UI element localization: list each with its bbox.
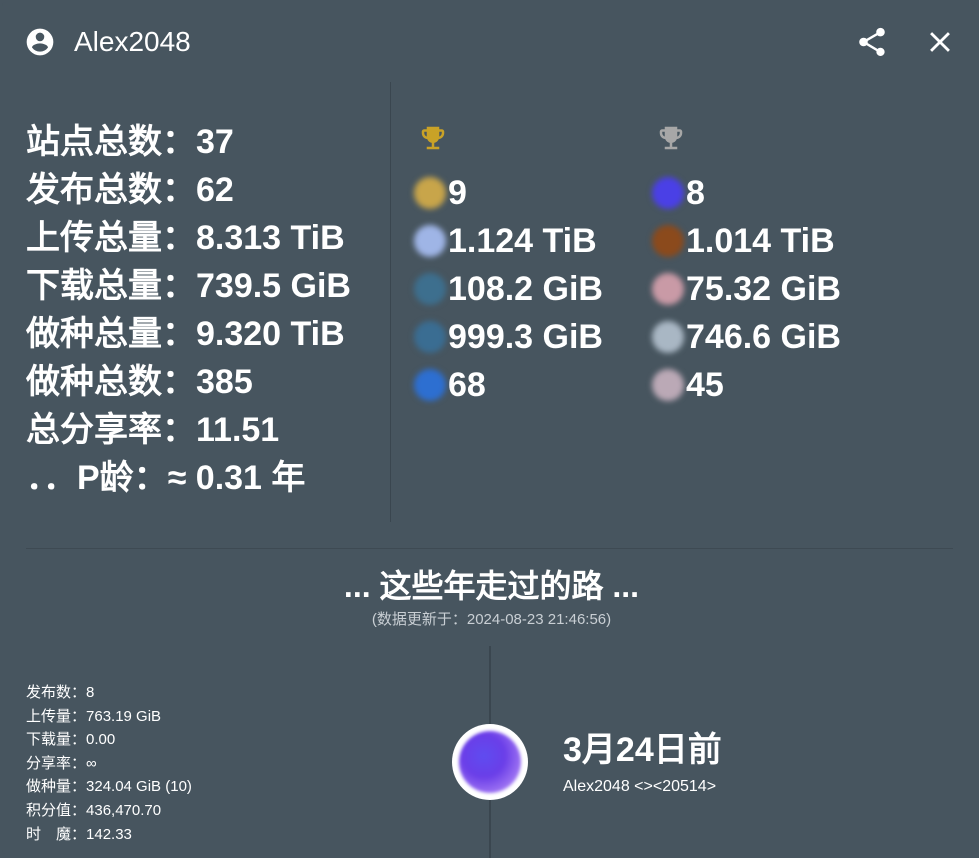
site-logo-icon xyxy=(459,731,521,793)
site-favicon xyxy=(652,273,684,305)
detail-label: 发布数： xyxy=(26,684,87,701)
site-favicon xyxy=(414,369,446,401)
gold-row-download: 108.2 GiB xyxy=(414,265,603,313)
summary-divider xyxy=(390,82,391,522)
detail-value: 142.33 xyxy=(86,825,132,843)
site-value: 1.124 TiB xyxy=(448,221,597,260)
dialog-title-username: Alex2048 xyxy=(74,26,191,57)
detail-upload: 上传量：763.19 GiB xyxy=(26,705,192,729)
stat-label: ．．P龄： xyxy=(26,459,168,497)
stat-p-age: ．．P龄：≈ 0.31 年 xyxy=(26,454,386,502)
stat-value: 37 xyxy=(196,123,234,161)
data-updated-timestamp: (数据更新于：2024-08-23 21:46:56) xyxy=(371,611,612,628)
site-value: 9 xyxy=(448,173,467,212)
detail-download: 下载量：0.00 xyxy=(26,728,192,752)
stat-label: 下载总量： xyxy=(26,267,196,305)
site-favicon xyxy=(414,321,446,353)
detail-points: 积分值：436,470.70 xyxy=(26,799,192,823)
site-favicon xyxy=(414,177,446,209)
detail-value: 0.00 xyxy=(86,731,116,749)
stat-label: 站点总数： xyxy=(26,123,196,161)
detail-value: ∞ xyxy=(86,754,97,772)
gold-row-publish: 9 xyxy=(414,169,603,217)
journey-title: ... 这些年走过的路 ... xyxy=(343,568,640,604)
close-icon[interactable] xyxy=(923,25,957,59)
event-user-line: Alex2048 <><20514> xyxy=(563,778,717,795)
site-value: 75.32 GiB xyxy=(686,269,841,308)
stat-upload-total: 上传总量：8.313 TiB xyxy=(26,214,386,262)
share-icon[interactable] xyxy=(855,25,889,59)
gold-row-seeding-count: 68 xyxy=(414,361,603,409)
site-value: 8 xyxy=(686,173,705,212)
summary-stats: 站点总数：37 发布总数：62 上传总量：8.313 TiB 下载总量：739.… xyxy=(26,118,386,502)
detail-seeding: 做种量：324.04 GiB (10) xyxy=(26,775,192,799)
trophy-gold-icon xyxy=(421,126,445,150)
stat-label: 做种总数： xyxy=(26,363,196,401)
stat-value: 385 xyxy=(196,363,253,401)
silver-row-seeding-count: 45 xyxy=(652,361,841,409)
section-divider xyxy=(26,548,953,549)
site-favicon xyxy=(652,369,684,401)
site-value: 68 xyxy=(448,365,486,404)
silver-row-upload: 1.014 TiB xyxy=(652,217,841,265)
stat-value: 11.51 xyxy=(196,411,280,449)
detail-value: 8 xyxy=(86,684,95,701)
stat-value: 8.313 TiB xyxy=(196,219,345,257)
account-circle-icon xyxy=(26,28,54,56)
stat-label: 发布总数： xyxy=(26,171,196,209)
detail-value: 436,470.70 xyxy=(86,801,162,819)
stat-value: ≈ 0.31 年 xyxy=(167,459,306,497)
stat-value: 739.5 GiB xyxy=(196,267,351,305)
site-value: 746.6 GiB xyxy=(686,317,841,356)
site-avatar[interactable] xyxy=(452,724,528,800)
trophy-silver-icon xyxy=(659,126,683,150)
silver-row-publish: 8 xyxy=(652,169,841,217)
user-stats-dialog: Alex2048 站点总数：37 发布总数：62 上传总量：8.313 TiB … xyxy=(2,2,977,858)
site-value: 999.3 GiB xyxy=(448,317,603,356)
silver-row-download: 75.32 GiB xyxy=(652,265,841,313)
stat-seeding-size: 做种总量：9.320 TiB xyxy=(26,310,386,358)
site-favicon xyxy=(652,225,684,257)
detail-label: 上传量： xyxy=(26,707,87,725)
gold-row-upload: 1.124 TiB xyxy=(414,217,603,265)
stat-ratio: 总分享率：11.51 xyxy=(26,406,386,454)
detail-value: 763.19 GiB xyxy=(86,707,162,725)
site-value: 108.2 GiB xyxy=(448,269,603,308)
detail-label: 积分值： xyxy=(26,801,87,819)
event-details: 发布数：8 上传量：763.19 GiB 下载量：0.00 分享率：∞ 做种量：… xyxy=(26,681,192,846)
stat-value: 62 xyxy=(196,171,234,209)
site-value: 1.014 TiB xyxy=(686,221,835,260)
detail-label: 分享率： xyxy=(26,754,87,772)
detail-label: 时 魔： xyxy=(26,825,87,843)
detail-value: 324.04 GiB (10) xyxy=(86,778,192,796)
stat-value: 9.320 TiB xyxy=(196,315,345,353)
detail-label: 做种量： xyxy=(26,778,87,796)
stat-label: 总分享率： xyxy=(26,411,196,449)
stat-download-total: 下载总量：739.5 GiB xyxy=(26,262,386,310)
site-favicon xyxy=(652,321,684,353)
stat-seeding-count: 做种总数：385 xyxy=(26,358,386,406)
detail-label: 下载量： xyxy=(26,731,87,749)
silver-row-seeding-size: 746.6 GiB xyxy=(652,313,841,361)
site-favicon xyxy=(414,273,446,305)
detail-ratio: 分享率：∞ xyxy=(26,752,192,776)
site-favicon xyxy=(652,177,684,209)
top-sites-silver-column: 8 1.014 TiB 75.32 GiB 746.6 GiB 45 xyxy=(652,122,841,409)
event-date: 3月24日前 xyxy=(563,731,722,769)
dialog-header: Alex2048 xyxy=(2,2,977,80)
stat-label: 做种总量： xyxy=(26,315,196,353)
stat-label: 上传总量： xyxy=(26,219,196,257)
stat-publish-count: 发布总数：62 xyxy=(26,166,386,214)
detail-time-magic: 时 魔：142.33 xyxy=(26,823,192,847)
top-sites-gold-column: 9 1.124 TiB 108.2 GiB 999.3 GiB 68 xyxy=(414,122,603,409)
detail-publish-count: 发布数：8 xyxy=(26,681,192,705)
site-favicon xyxy=(414,225,446,257)
gold-row-seeding-size: 999.3 GiB xyxy=(414,313,603,361)
stat-site-count: 站点总数：37 xyxy=(26,118,386,166)
site-value: 45 xyxy=(686,365,724,404)
